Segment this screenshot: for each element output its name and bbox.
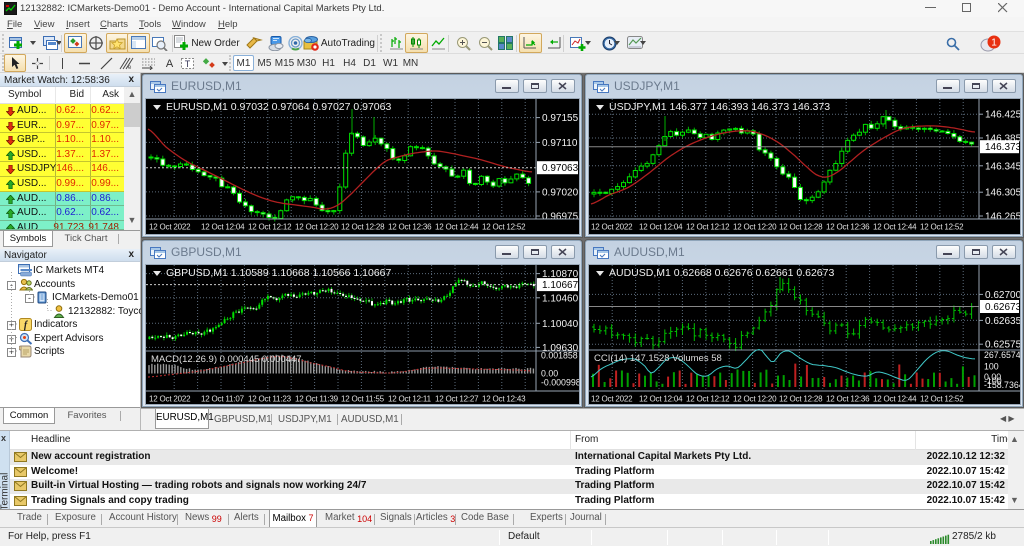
- svg-text:12 Oct 12:28: 12 Oct 12:28: [779, 223, 823, 232]
- svg-text:12 Oct 12:11: 12 Oct 12:11: [388, 395, 432, 404]
- svg-text:12 Oct 12:44: 12 Oct 12:44: [873, 395, 917, 404]
- svg-text:12 Oct 12:04: 12 Oct 12:04: [639, 395, 683, 404]
- svg-text:12 Oct 2022: 12 Oct 2022: [149, 395, 191, 404]
- svg-text:0.62700: 0.62700: [985, 290, 1020, 301]
- svg-text:12 Oct 12:52: 12 Oct 12:52: [920, 395, 964, 404]
- svg-text:146.425: 146.425: [985, 110, 1020, 121]
- svg-text:12 Oct 12:44: 12 Oct 12:44: [873, 223, 917, 232]
- svg-text:T: T: [185, 59, 191, 69]
- svg-text:-158.7364: -158.7364: [984, 380, 1020, 390]
- svg-text:0.96975: 0.96975: [542, 212, 579, 223]
- svg-text:USDJPY,M1 146.377 146.393 146: USDJPY,M1 146.377 146.393 146.373 146.37…: [609, 101, 830, 113]
- svg-text:267.6574: 267.6574: [984, 350, 1020, 360]
- svg-text:1.10460: 1.10460: [542, 293, 579, 304]
- svg-text:12 Oct 12:36: 12 Oct 12:36: [826, 395, 870, 404]
- svg-text:12 Oct 12:28: 12 Oct 12:28: [779, 395, 823, 404]
- svg-text:146.373: 146.373: [985, 142, 1020, 153]
- svg-text:1.10040: 1.10040: [542, 319, 579, 330]
- svg-text:0.97020: 0.97020: [542, 187, 579, 198]
- svg-text:CCI(14) 147.1528 Volumes 58: CCI(14) 147.1528 Volumes 58: [594, 353, 722, 364]
- svg-text:-0.000998: -0.000998: [541, 377, 579, 387]
- svg-text:12 Oct 12:36: 12 Oct 12:36: [388, 223, 432, 232]
- svg-text:146.345: 146.345: [985, 161, 1020, 172]
- svg-text:12 Oct 12:28: 12 Oct 12:28: [341, 223, 385, 232]
- svg-text:12 Oct 12:43: 12 Oct 12:43: [482, 395, 526, 404]
- svg-text:0.97063: 0.97063: [542, 163, 579, 174]
- svg-text:12 Oct 12:52: 12 Oct 12:52: [920, 223, 964, 232]
- svg-text:GBPUSD,M1 1.10589 1.10668 1.1: GBPUSD,M1 1.10589 1.10668 1.10566 1.1066…: [166, 267, 391, 279]
- svg-text:12 Oct 12:36: 12 Oct 12:36: [826, 223, 870, 232]
- svg-text:1.10667: 1.10667: [542, 280, 579, 291]
- svg-text:12 Oct 12:20: 12 Oct 12:20: [733, 395, 777, 404]
- svg-text:0.62673: 0.62673: [985, 302, 1020, 313]
- svg-text:12 Oct 12:44: 12 Oct 12:44: [435, 223, 479, 232]
- svg-text:12 Oct 12:27: 12 Oct 12:27: [435, 395, 479, 404]
- svg-text:146.265: 146.265: [985, 212, 1020, 223]
- svg-text:0.97110: 0.97110: [542, 138, 578, 149]
- svg-text:MACD(12.26.9) 0.000445 0.00044: MACD(12.26.9) 0.000445 0.000447: [151, 354, 302, 365]
- svg-text:12 Oct 11:07: 12 Oct 11:07: [201, 395, 245, 404]
- svg-text:A: A: [165, 58, 173, 69]
- svg-text:12 Oct 2022: 12 Oct 2022: [149, 223, 191, 232]
- svg-text:EURUSD,M1 0.97032 0.97064 0.9: EURUSD,M1 0.97032 0.97064 0.97027 0.9706…: [166, 101, 391, 113]
- svg-text:12 Oct 12:04: 12 Oct 12:04: [639, 223, 683, 232]
- svg-text:12 Oct 11:23: 12 Oct 11:23: [248, 395, 292, 404]
- svg-text:0.62575: 0.62575: [985, 340, 1020, 351]
- svg-text:12 Oct 12:12: 12 Oct 12:12: [248, 223, 292, 232]
- svg-text:12 Oct 12:12: 12 Oct 12:12: [686, 223, 730, 232]
- svg-text:0.62635: 0.62635: [985, 316, 1020, 327]
- svg-text:1: 1: [991, 38, 997, 49]
- svg-text:12 Oct 2022: 12 Oct 2022: [591, 395, 633, 404]
- svg-text:100: 100: [984, 361, 999, 371]
- svg-text:AUDUSD,M1 0.62668 0.62676 0.6: AUDUSD,M1 0.62668 0.62676 0.62661 0.6267…: [609, 267, 834, 279]
- svg-text:12 Oct 11:55: 12 Oct 11:55: [341, 395, 385, 404]
- svg-text:12 Oct 12:04: 12 Oct 12:04: [201, 223, 245, 232]
- svg-text:0.97155: 0.97155: [542, 113, 579, 124]
- svg-text:1.09630: 1.09630: [542, 343, 579, 354]
- svg-text:12 Oct 12:12: 12 Oct 12:12: [686, 395, 730, 404]
- svg-text:e: e: [128, 65, 132, 70]
- svg-text:12 Oct 12:20: 12 Oct 12:20: [295, 223, 339, 232]
- svg-text:12 Oct 11:39: 12 Oct 11:39: [295, 395, 339, 404]
- svg-text:146.305: 146.305: [985, 188, 1020, 199]
- svg-text:12 Oct 12:52: 12 Oct 12:52: [482, 223, 526, 232]
- svg-text:12 Oct 2022: 12 Oct 2022: [591, 223, 633, 232]
- svg-text:12 Oct 12:20: 12 Oct 12:20: [733, 223, 777, 232]
